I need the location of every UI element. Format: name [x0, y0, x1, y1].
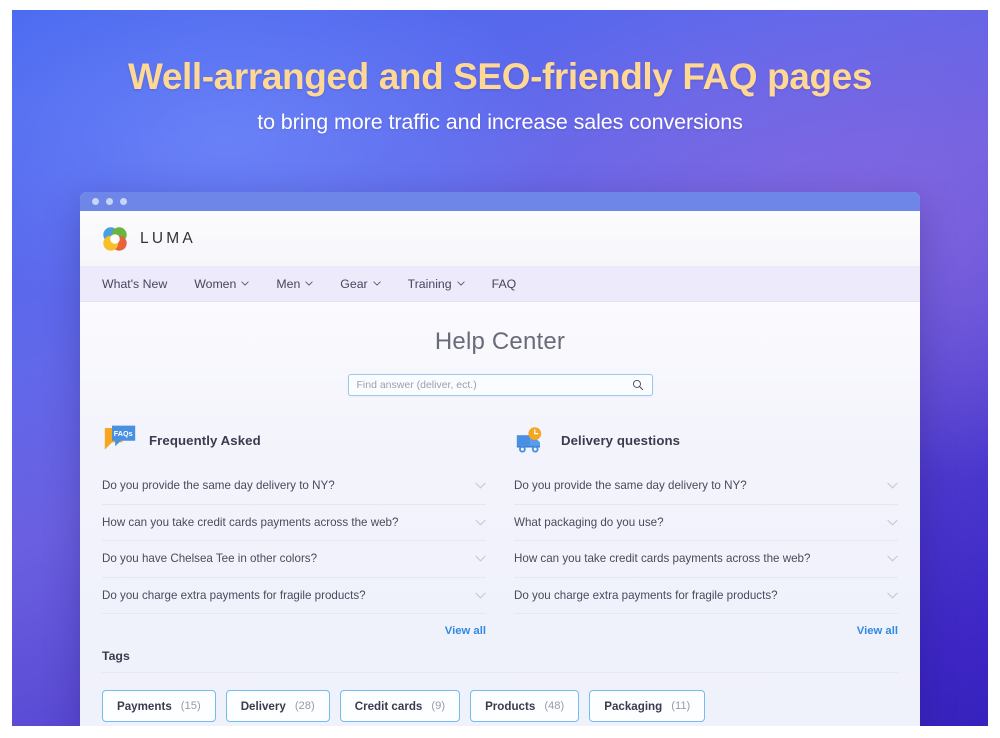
faq-question-row[interactable]: What packaging do you use? — [514, 505, 898, 541]
site-logo[interactable]: LUMA — [102, 226, 196, 252]
column-title: Delivery questions — [561, 432, 681, 448]
chevron-down-icon — [305, 281, 313, 286]
faq-question-row[interactable]: Do you provide the same day delivery to … — [102, 468, 486, 505]
faq-question-row[interactable]: Do you have Chelsea Tee in other colors? — [102, 541, 486, 578]
chevron-down-icon[interactable] — [475, 482, 486, 489]
tag-chip-credit-cards[interactable]: Credit cards (9) — [339, 690, 461, 722]
svg-text:FAQs: FAQs — [114, 429, 133, 438]
tag-name: Packaging — [604, 699, 663, 713]
chevron-down-icon — [373, 281, 381, 286]
faq-column-delivery: Delivery questions Do you provide the sa… — [514, 422, 898, 637]
tag-count: (15) — [180, 700, 201, 712]
faq-question-text: Do you charge extra payments for fragile… — [102, 588, 366, 602]
tag-chip-products[interactable]: Products (48) — [470, 690, 580, 722]
chevron-down-icon[interactable] — [475, 592, 486, 599]
delivery-truck-clock-icon — [516, 427, 542, 453]
hero-gradient-panel: Well-arranged and SEO-friendly FAQ pages… — [12, 10, 988, 726]
nav-item-men[interactable]: Men — [276, 277, 313, 291]
faq-question-row[interactable]: Do you charge extra payments for fragile… — [514, 578, 898, 614]
nav-item-whats-new[interactable]: What's New — [102, 277, 167, 291]
tags-section: Tags Payments (15) Delivery (28) Credit … — [102, 649, 898, 722]
chevron-down-icon[interactable] — [475, 555, 486, 562]
site-navigation: What's New Women Men Gear Training FAQ — [80, 266, 920, 302]
faq-question-text: What packaging do you use? — [514, 515, 664, 529]
faq-question-row[interactable]: Do you charge extra payments for fragile… — [102, 578, 486, 614]
window-close-dot-icon[interactable] — [92, 198, 99, 205]
nav-label: Women — [194, 276, 237, 291]
search-box[interactable] — [347, 374, 653, 396]
help-center-content: Help Center Find answer (deliver, ect.) … — [80, 302, 920, 726]
tag-name: Credit cards — [354, 699, 423, 713]
tag-count: (48) — [544, 700, 565, 712]
nav-label: Men — [276, 276, 301, 291]
nav-label: FAQ — [491, 276, 517, 291]
tags-heading: Tags — [102, 649, 898, 673]
chevron-down-icon — [241, 281, 250, 286]
tag-name: Products — [485, 699, 536, 713]
page-title: Help Center — [434, 328, 566, 355]
view-all-wrap: View all — [514, 614, 898, 637]
view-all-link-delivery[interactable]: View all — [857, 625, 898, 637]
chevron-down-icon[interactable] — [887, 519, 898, 526]
nav-label: What's New — [102, 276, 168, 291]
chevron-down-icon[interactable] — [887, 555, 898, 562]
page-root: Well-arranged and SEO-friendly FAQ pages… — [0, 0, 1000, 738]
nav-item-women[interactable]: Women — [194, 276, 250, 291]
tags-list: Payments (15) Delivery (28) Credit cards… — [102, 690, 898, 722]
tag-count: (9) — [431, 700, 446, 712]
luma-ring-logo-icon — [103, 226, 127, 251]
hero-text-block: Well-arranged and SEO-friendly FAQ pages… — [12, 56, 988, 135]
faq-question-text: Do you have Chelsea Tee in other colors? — [102, 552, 318, 566]
nav-item-gear[interactable]: Gear — [340, 276, 381, 291]
column-header: Delivery questions — [514, 422, 898, 458]
faqs-speech-bubble-icon: FAQs — [104, 425, 136, 450]
chevron-down-icon — [456, 281, 465, 286]
faq-question-text: How can you take credit cards payments a… — [102, 515, 399, 529]
tag-name: Payments — [117, 699, 172, 713]
browser-titlebar — [80, 192, 920, 211]
column-title: Frequently Asked — [149, 432, 261, 448]
page-headline: Well-arranged and SEO-friendly FAQ pages — [127, 56, 873, 97]
nav-item-faq[interactable]: FAQ — [492, 277, 517, 291]
tag-chip-payments[interactable]: Payments (15) — [102, 690, 216, 722]
browser-window-mockup: LUMA What's New Women Men Gear Training … — [80, 192, 920, 726]
tag-count: (28) — [294, 700, 315, 712]
tag-chip-packaging[interactable]: Packaging (11) — [589, 690, 706, 722]
nav-label: Gear — [340, 276, 368, 291]
faq-question-row[interactable]: How can you take credit cards payments a… — [514, 541, 898, 578]
faq-columns: FAQs Frequently Asked Do you provide the… — [102, 422, 898, 637]
tag-count: (11) — [671, 700, 691, 712]
faq-question-row[interactable]: Do you provide the same day delivery to … — [514, 468, 898, 505]
faq-question-text: Do you provide the same day delivery to … — [514, 479, 747, 493]
search-icon[interactable] — [632, 379, 644, 391]
view-all-link-faqs[interactable]: View all — [445, 625, 486, 637]
faq-column-frequently-asked: FAQs Frequently Asked Do you provide the… — [102, 422, 486, 637]
faq-question-row[interactable]: How can you take credit cards payments a… — [102, 505, 486, 541]
site-logo-text: LUMA — [140, 229, 196, 247]
window-minimize-dot-icon[interactable] — [106, 198, 113, 205]
faq-question-text: How can you take credit cards payments a… — [514, 552, 811, 566]
site-header: LUMA — [80, 211, 920, 266]
chevron-down-icon[interactable] — [475, 519, 486, 526]
nav-label: Training — [407, 276, 452, 291]
chevron-down-icon[interactable] — [887, 482, 898, 489]
view-all-wrap: View all — [102, 614, 486, 637]
window-maximize-dot-icon[interactable] — [120, 198, 127, 205]
page-subheadline: to bring more traffic and increase sales… — [257, 110, 743, 135]
tag-chip-delivery[interactable]: Delivery (28) — [225, 690, 330, 722]
faq-question-text: Do you charge extra payments for fragile… — [514, 588, 778, 602]
tag-name: Delivery — [240, 699, 286, 713]
search-input[interactable] — [356, 379, 632, 391]
column-header: FAQs Frequently Asked — [102, 422, 486, 458]
faq-question-text: Do you provide the same day delivery to … — [102, 479, 335, 493]
chevron-down-icon[interactable] — [887, 592, 898, 599]
nav-item-training[interactable]: Training — [408, 277, 465, 291]
